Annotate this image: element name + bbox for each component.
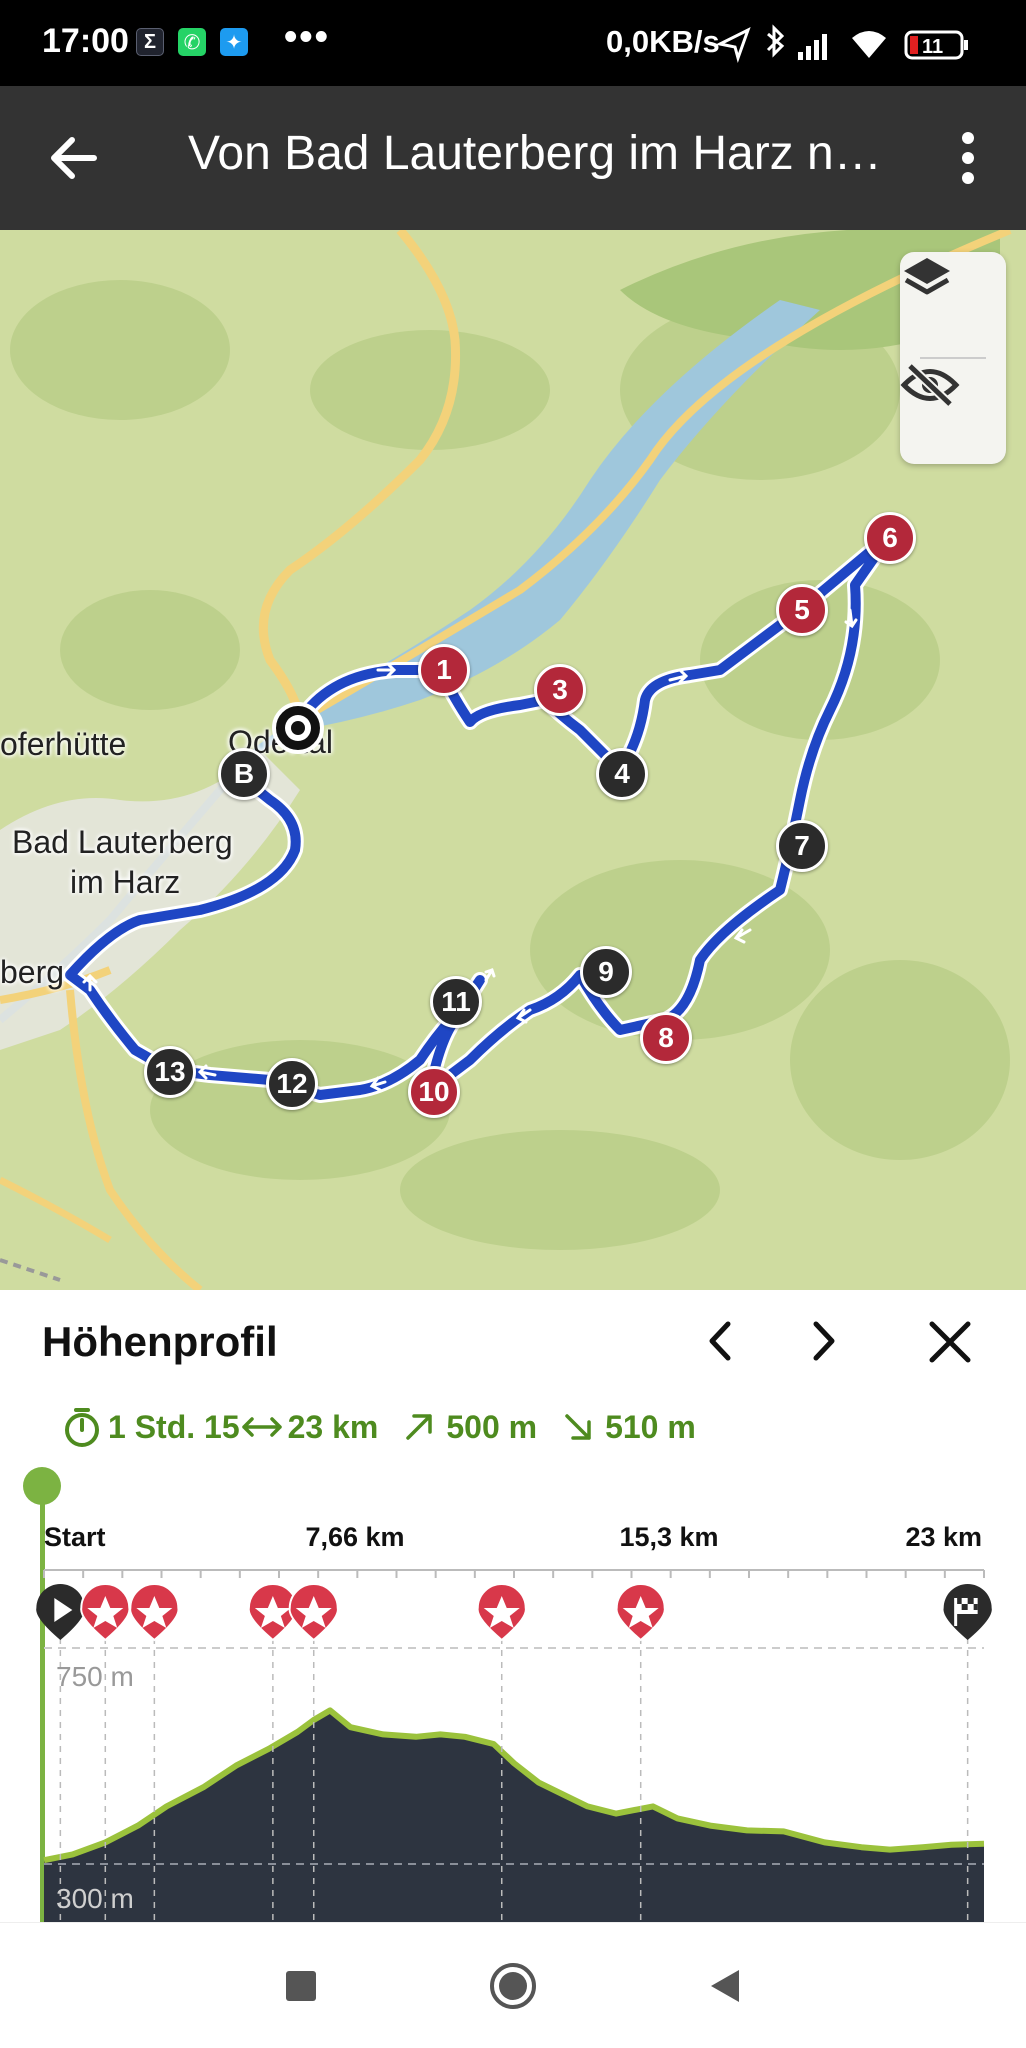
system-nav-bar xyxy=(0,1922,1026,2048)
waypoint-3[interactable]: 3 xyxy=(534,664,586,716)
stat-duration: 1 Std. 15 xyxy=(108,1408,240,1445)
notification-icons: Σ ✆ ✦ xyxy=(136,28,248,56)
tour-stats: 1 Std. 15 23 km 500 m 510 m xyxy=(62,1406,696,1448)
more-notifications-icon: ••• xyxy=(284,16,330,58)
highlight-poi-icon xyxy=(80,1583,131,1642)
map-label-im-harz: im Harz xyxy=(70,864,181,900)
bluetooth-icon xyxy=(766,24,785,58)
waypoint-12[interactable]: 12 xyxy=(266,1058,318,1110)
waypoint-5[interactable]: 5 xyxy=(776,584,828,636)
map-label-bad-lauterberg: Bad Lauterberg xyxy=(12,824,233,860)
home-button[interactable] xyxy=(480,1953,546,2019)
square-icon xyxy=(286,1971,316,2001)
triangle-back-icon xyxy=(711,1970,739,2002)
whatsapp-icon: ✆ xyxy=(178,28,206,56)
finish-poi-icon xyxy=(943,1584,992,1640)
railway xyxy=(0,1258,61,1282)
stopwatch-icon xyxy=(65,1408,99,1447)
x-axis-labels: Start 7,66 km 15,3 km 23 km xyxy=(44,1522,982,1552)
recents-button[interactable] xyxy=(268,1953,334,2019)
battery-level: 11 xyxy=(922,36,943,58)
back-button[interactable] xyxy=(44,128,104,188)
chevron-right-icon xyxy=(813,1321,835,1361)
page-title: Von Bad Lauterberg im Harz nach Odertal xyxy=(188,127,898,180)
waypoint-9[interactable]: 9 xyxy=(580,946,632,998)
status-time: 17:00 xyxy=(42,22,129,60)
battery-icon: 11 xyxy=(904,30,968,60)
location-icon xyxy=(716,26,751,63)
waypoint-10[interactable]: 10 xyxy=(408,1066,460,1118)
highlight-poi-icon xyxy=(288,1583,339,1642)
hide-overlay-button[interactable] xyxy=(900,360,1006,464)
network-speed: 0,0KB/s xyxy=(606,24,720,59)
waypoint-8[interactable]: 8 xyxy=(640,1012,692,1064)
previous-button[interactable] xyxy=(700,1316,740,1366)
waypoint-4[interactable]: 4 xyxy=(596,748,648,800)
waypoint-6[interactable]: 6 xyxy=(864,512,916,564)
x-axis-ticks xyxy=(43,1570,985,1578)
stat-ascent: 500 m xyxy=(446,1408,538,1445)
map-view[interactable]: oferhütte Bad Lauterberg im Harz berg Od… xyxy=(0,230,1026,1290)
y-tick-label-bottom: 300 m xyxy=(56,1883,134,1914)
twitter-icon: ✦ xyxy=(220,28,248,56)
next-button[interactable] xyxy=(804,1316,844,1366)
stat-descent: 510 m xyxy=(605,1408,696,1445)
map-controls xyxy=(900,252,1006,464)
map-label-kupferhuette: oferhütte xyxy=(0,726,127,762)
status-icons: 11 xyxy=(716,24,968,63)
elevation-chart[interactable]: Start 7,66 km 15,3 km 23 km 750 m 300 m xyxy=(0,1462,1026,1922)
close-button[interactable] xyxy=(924,1316,976,1368)
x-tick-label-start: Start xyxy=(44,1522,106,1552)
close-icon xyxy=(929,1321,971,1363)
waypoint-13[interactable]: 13 xyxy=(144,1046,196,1098)
back-nav-button[interactable] xyxy=(692,1953,758,2019)
descent-icon xyxy=(565,1414,591,1440)
app-bar: Von Bad Lauterberg im Harz nach Odertal xyxy=(0,86,1026,230)
elevation-area xyxy=(43,1707,985,1922)
layers-button[interactable] xyxy=(900,252,1006,356)
wifi-icon xyxy=(852,31,886,58)
flag-check-shape xyxy=(973,1604,978,1610)
highlight-poi-icon xyxy=(476,1583,527,1642)
waypoint-1[interactable]: 1 xyxy=(418,644,470,696)
x-tick-label-15-3: 15,3 km xyxy=(619,1522,718,1552)
layers-icon xyxy=(904,258,950,295)
highlight-poi-icon xyxy=(129,1583,180,1642)
circle-icon xyxy=(490,1963,536,2009)
map-canvas xyxy=(0,230,1012,1290)
waypoint-7[interactable]: 7 xyxy=(776,820,828,872)
highlight-poi-icon xyxy=(615,1583,666,1642)
ascent-icon xyxy=(406,1414,433,1440)
chevron-left-icon xyxy=(709,1321,731,1361)
status-bar: 17:00 Σ ✆ ✦ ••• 0,0KB/s 11 xyxy=(0,0,1026,86)
route-marker-b[interactable]: B xyxy=(218,748,270,800)
sheet-title: Höhenprofil xyxy=(42,1318,278,1365)
arrow-left-icon xyxy=(51,137,97,179)
flag-check-shape xyxy=(967,1598,974,1604)
stat-distance: 23 km xyxy=(287,1408,379,1445)
elevation-profile-sheet: Höhenprofil 1 Std. 15 23 km 500 m 510 m … xyxy=(0,1290,1026,1922)
signal-icon xyxy=(798,34,827,60)
eye-off-icon xyxy=(900,362,960,408)
y-tick-label-top: 750 m xyxy=(56,1661,134,1692)
elevation-fill xyxy=(44,1710,984,1922)
overflow-menu-button[interactable] xyxy=(946,128,990,188)
sigma-icon: Σ xyxy=(136,28,164,56)
map-label-lauterberg-partial: berg xyxy=(0,954,65,990)
more-vert-icon xyxy=(962,132,974,184)
x-tick-label-7-66: 7,66 km xyxy=(305,1522,404,1552)
flag-check-shape xyxy=(961,1604,968,1610)
x-tick-label-23: 23 km xyxy=(905,1522,982,1552)
controls-divider xyxy=(920,357,986,359)
destination-marker-icon[interactable] xyxy=(270,700,326,756)
distance-icon xyxy=(241,1417,282,1437)
terrain-shading xyxy=(10,280,1010,1250)
waypoint-11[interactable]: 11 xyxy=(430,976,482,1028)
road-southwest xyxy=(0,1176,112,1244)
